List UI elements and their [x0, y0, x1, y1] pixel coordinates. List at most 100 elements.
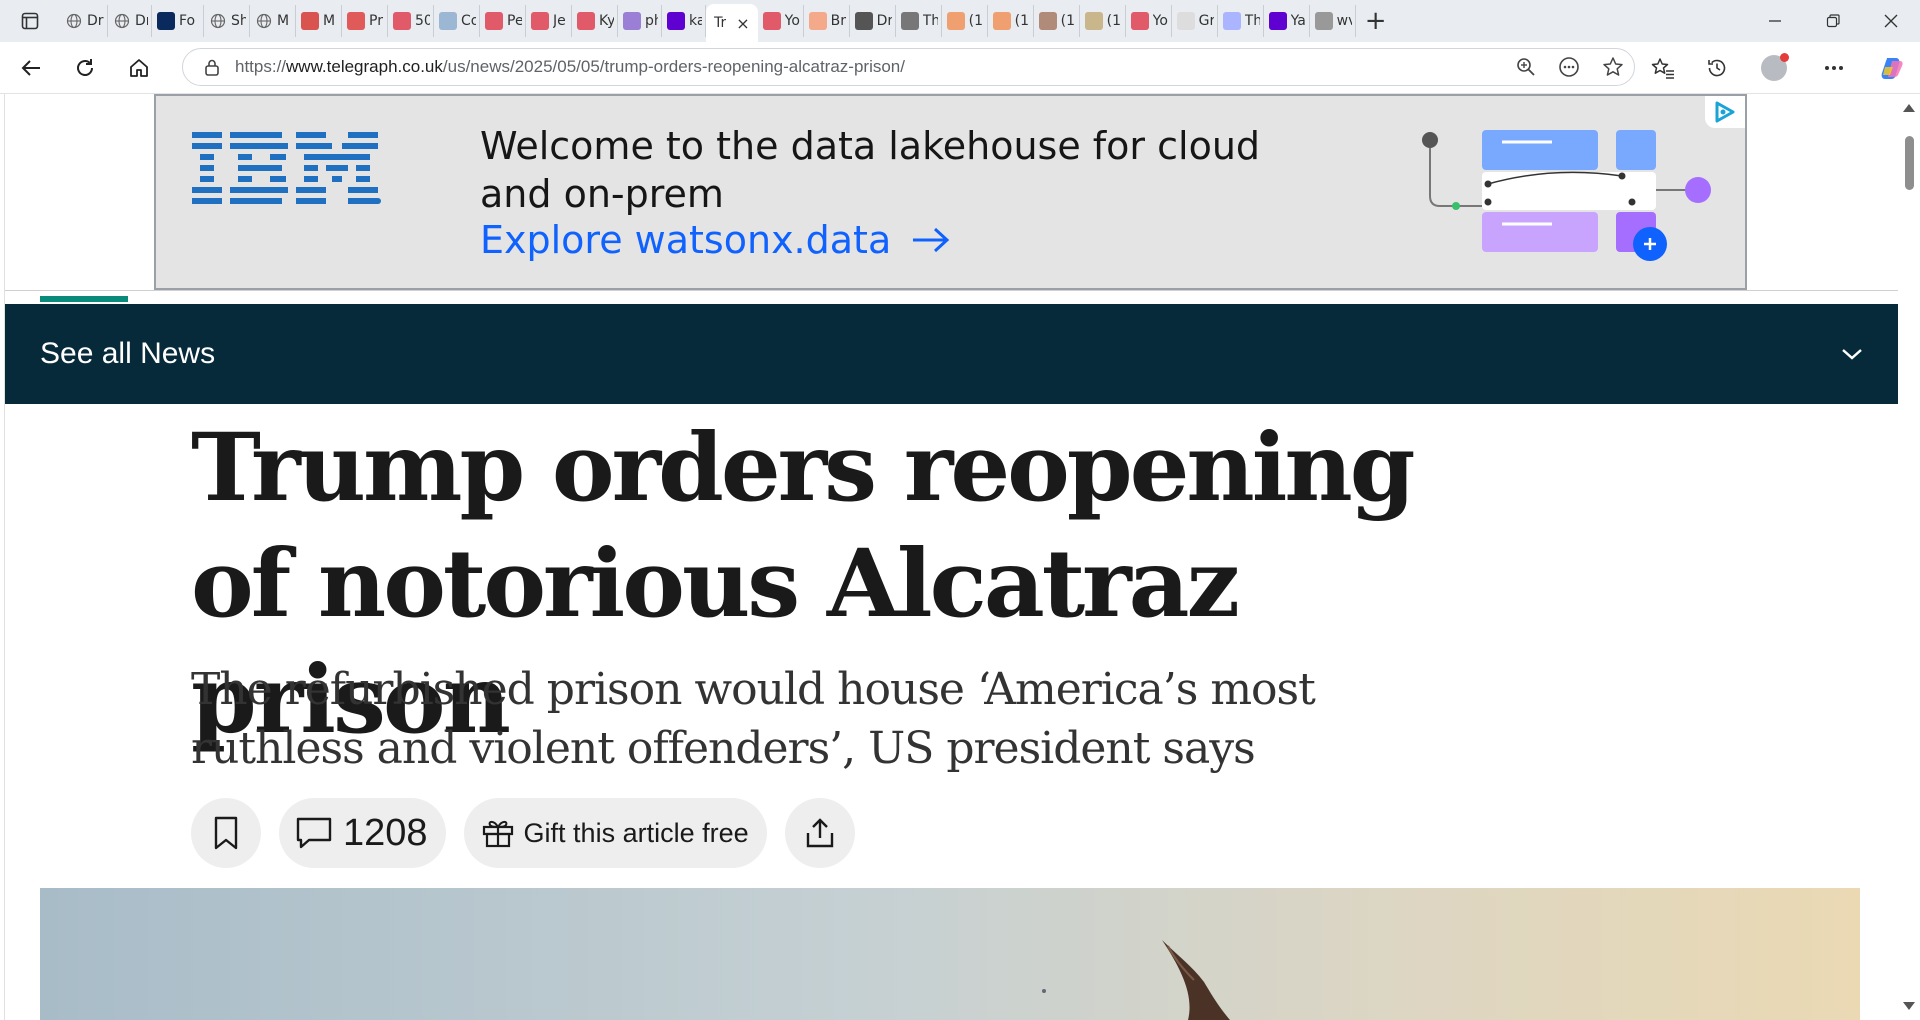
- tab-title: Fo: [179, 13, 196, 29]
- favorites-button[interactable]: [1636, 42, 1690, 94]
- favorite-star-icon[interactable]: [1602, 56, 1624, 78]
- home-button[interactable]: [115, 48, 163, 88]
- browser-tab[interactable]: Pe: [480, 5, 526, 37]
- more-dots-icon: [1825, 66, 1843, 70]
- ad-headline[interactable]: Welcome to the data lakehouse for cloud …: [480, 122, 1340, 218]
- url-path: /us/news/2025/05/05/trump-orders-reopeni…: [442, 57, 905, 76]
- active-tab[interactable]: Tr ×: [706, 4, 758, 42]
- browser-tab[interactable]: Th: [896, 5, 942, 37]
- blogger-icon: [808, 12, 827, 30]
- tab-title: Dr: [876, 13, 892, 29]
- browser-tab[interactable]: Gr: [1172, 5, 1218, 37]
- browser-tab[interactable]: (1(: [1034, 5, 1080, 37]
- tab-title: Br: [830, 13, 846, 29]
- ad-illustration: [1422, 130, 1711, 261]
- browser-tab[interactable]: ph: [618, 5, 662, 37]
- tab-title: Pr: [369, 13, 383, 29]
- scroll-up-arrow-icon[interactable]: [1903, 104, 1915, 112]
- feather-icon: [439, 12, 457, 30]
- browser-tab[interactable]: Fo: [152, 5, 204, 37]
- zoom-icon[interactable]: [1516, 57, 1536, 77]
- chevron-down-icon[interactable]: [1841, 347, 1863, 361]
- doc-icon: [1314, 12, 1333, 30]
- section-nav-bar[interactable]: See all News: [5, 304, 1898, 404]
- arrow-right-icon: [913, 227, 950, 253]
- tab-title: ph: [645, 13, 658, 29]
- lock-icon[interactable]: [203, 58, 221, 76]
- new-tab-button[interactable]: +: [1356, 5, 1396, 37]
- youtube-icon: [485, 12, 503, 30]
- browser-tab[interactable]: 50: [388, 5, 434, 37]
- close-icon: [1884, 14, 1898, 28]
- scrollbar-thumb[interactable]: [1905, 136, 1914, 190]
- page-scrollbar[interactable]: [1898, 94, 1920, 1020]
- tab-title: Je: [553, 13, 566, 29]
- bird-silhouette-icon: [1162, 940, 1230, 1020]
- comment-count: 1208: [343, 811, 428, 854]
- share-button[interactable]: [784, 798, 855, 868]
- browser-tab[interactable]: Br: [804, 5, 850, 37]
- profile-button[interactable]: [1744, 42, 1804, 94]
- browser-tab[interactable]: Yo: [1126, 5, 1172, 37]
- tab-actions-button[interactable]: [0, 0, 60, 42]
- browser-tab[interactable]: (1(: [988, 5, 1034, 37]
- close-window-button[interactable]: [1862, 0, 1920, 42]
- scroll-down-arrow-icon[interactable]: [1903, 1002, 1915, 1010]
- browser-tab[interactable]: ka: [662, 5, 706, 37]
- copilot-button[interactable]: [1864, 42, 1920, 94]
- tab-title: Dr: [135, 13, 148, 29]
- minimize-button[interactable]: [1746, 0, 1804, 42]
- tab-title: M: [323, 13, 336, 29]
- comments-button[interactable]: 1208: [279, 798, 446, 868]
- restore-button[interactable]: [1804, 0, 1862, 42]
- distant-bird-icon: [1042, 989, 1046, 993]
- history-button[interactable]: [1690, 42, 1744, 94]
- url-scheme: https://: [235, 57, 287, 76]
- see-all-news-link[interactable]: See all News: [40, 337, 215, 371]
- close-tab-icon[interactable]: ×: [736, 14, 749, 33]
- browser-tab[interactable]: Je: [526, 5, 572, 37]
- browser-tab[interactable]: M: [296, 5, 342, 37]
- globe-icon: [255, 12, 273, 30]
- browser-tab[interactable]: (1(: [1080, 5, 1126, 37]
- gift-article-button[interactable]: Gift this article free: [463, 798, 767, 868]
- browser-tab[interactable]: Yo: [758, 5, 804, 37]
- youtube-icon: [577, 12, 595, 30]
- browser-tab[interactable]: Sh: [204, 5, 250, 37]
- adchoices-icon: [1715, 101, 1735, 123]
- address-bar[interactable]: https://www.telegraph.co.uk/us/news/2025…: [182, 48, 1635, 86]
- browser-tab[interactable]: Co: [434, 5, 480, 37]
- adchoices-button[interactable]: [1705, 96, 1745, 128]
- browser-tab[interactable]: Dr: [850, 5, 896, 37]
- share-icon: [806, 818, 833, 848]
- tab-title: Pe: [507, 13, 522, 29]
- browser-tab[interactable]: wv: [1310, 5, 1356, 37]
- reload-button[interactable]: [61, 48, 109, 88]
- browser-tab[interactable]: (1(: [942, 5, 988, 37]
- url-host: www.telegraph.co.uk: [286, 57, 443, 76]
- browser-tab[interactable]: Ya: [1264, 5, 1310, 37]
- hero-image: [40, 888, 1860, 1020]
- window-controls: [1746, 0, 1920, 42]
- ibm-advertisement[interactable]: Welcome to the data lakehouse for cloud …: [154, 94, 1747, 290]
- reload-icon: [77, 58, 93, 76]
- gp-icon: [1222, 12, 1241, 30]
- browser-tab[interactable]: M: [250, 5, 296, 37]
- favorites-icon: [1651, 58, 1674, 79]
- ibm-logo-icon: [192, 132, 381, 204]
- tab-title: Th: [922, 13, 938, 29]
- article-standfirst: The refurbished prison would house ‘Amer…: [191, 664, 1316, 774]
- browser-tab[interactable]: Dr: [108, 5, 152, 37]
- browser-tab[interactable]: Pr: [342, 5, 388, 37]
- back-button[interactable]: [7, 48, 55, 88]
- settings-menu-button[interactable]: [1804, 42, 1864, 94]
- reading-mode-icon[interactable]: [1558, 56, 1580, 78]
- browser-tab[interactable]: Ky: [572, 5, 618, 37]
- bookmark-button[interactable]: [191, 798, 261, 868]
- r-logo-icon: [301, 12, 319, 30]
- pdf-icon: [347, 12, 365, 30]
- browser-tab[interactable]: Dr: [60, 5, 108, 37]
- url-text[interactable]: https://www.telegraph.co.uk/us/news/2025…: [235, 57, 905, 77]
- browser-tab[interactable]: Th: [1218, 5, 1264, 37]
- ad-cta-link[interactable]: Explore watsonx.data: [480, 218, 951, 262]
